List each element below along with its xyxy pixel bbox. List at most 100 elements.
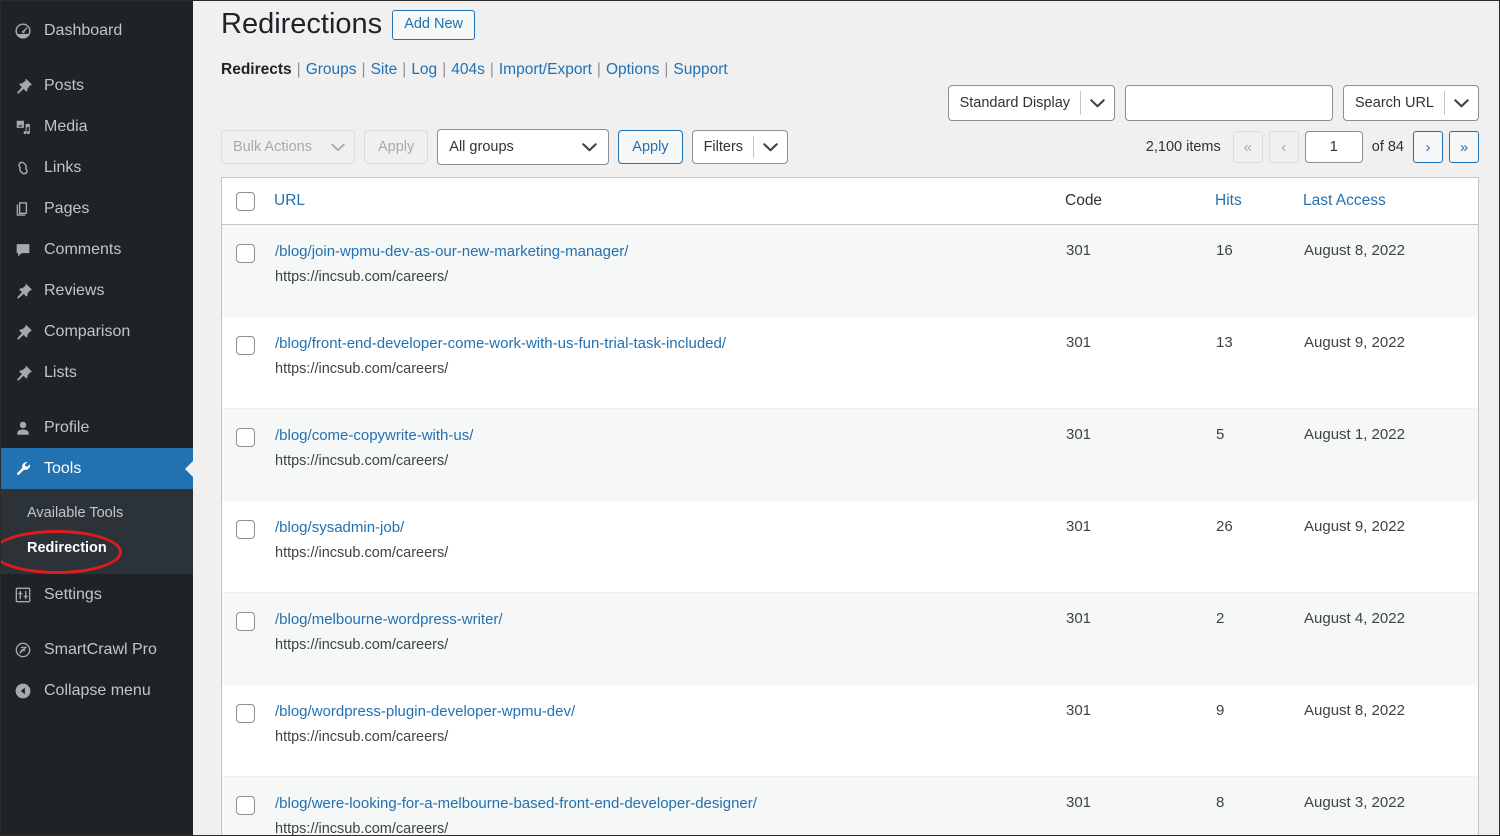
- link-icon: [14, 159, 41, 177]
- row-target-url: https://incsub.com/careers/: [275, 728, 449, 745]
- row-source-url-link[interactable]: /blog/come-copywrite-with-us/: [275, 426, 1064, 446]
- subnav-item-import-export[interactable]: Import/Export: [499, 61, 592, 78]
- row-target-url: https://incsub.com/careers/: [275, 544, 449, 561]
- subnav-item-groups[interactable]: Groups: [306, 61, 357, 78]
- pin-icon: [14, 323, 41, 341]
- row-source-url-link[interactable]: /blog/sysadmin-job/: [275, 518, 1064, 538]
- group-filter-select[interactable]: All groups: [437, 129, 610, 165]
- bulk-apply-button[interactable]: Apply: [364, 130, 429, 164]
- subnav-separator: |: [402, 61, 407, 78]
- subnav-item-404s[interactable]: 404s: [451, 61, 485, 78]
- subnav-item-redirects[interactable]: Redirects: [221, 61, 292, 78]
- sidebar-item-label: Pages: [44, 199, 90, 217]
- subnav-item-options[interactable]: Options: [606, 61, 659, 78]
- page-title: Redirections: [221, 8, 383, 41]
- row-last-access-cell: August 4, 2022: [1303, 592, 1478, 685]
- pagination-prev-button[interactable]: ‹: [1268, 131, 1299, 163]
- pagination-last-button[interactable]: »: [1449, 131, 1479, 163]
- sidebar-item-label: Comments: [44, 240, 122, 258]
- sidebar-item-settings[interactable]: Settings: [1, 574, 193, 615]
- subnav: Redirects | Groups | Site | Log | 404s | Import/Ex…: [221, 59, 1479, 81]
- sidebar-item-collapse-menu[interactable]: Collapse menu: [1, 670, 193, 711]
- row-checkbox[interactable]: [236, 244, 255, 263]
- row-checkbox[interactable]: [236, 796, 255, 815]
- smartcrawl-icon: [14, 641, 41, 659]
- table-header-row: URL Code Hits Last Access: [222, 178, 1478, 225]
- sidebar-item-comments[interactable]: Comments: [1, 229, 193, 270]
- table-row: /blog/join-wpmu-dev-as-our-new-marketing…: [222, 224, 1478, 317]
- sidebar-item-smartcrawl-pro[interactable]: SmartCrawl Pro: [1, 629, 193, 670]
- column-header-hits[interactable]: Hits: [1215, 178, 1303, 225]
- display-mode-select[interactable]: Standard Display: [947, 85, 1116, 121]
- sidebar-item-reviews[interactable]: Reviews: [1, 270, 193, 311]
- submenu-item-available-tools[interactable]: Available Tools: [1, 496, 193, 531]
- row-source-url-link[interactable]: /blog/join-wpmu-dev-as-our-new-marketing…: [275, 242, 1064, 262]
- sidebar-item-lists[interactable]: Lists: [1, 352, 193, 393]
- sidebar-item-label: Reviews: [44, 281, 105, 299]
- row-source-url-link[interactable]: /blog/were-looking-for-a-melbourne-based…: [275, 794, 1064, 814]
- row-hits-cell: 16: [1215, 224, 1303, 317]
- row-checkbox[interactable]: [236, 703, 255, 723]
- sidebar-item-tools[interactable]: Tools: [1, 448, 194, 489]
- sidebar-item-links[interactable]: Links: [1, 147, 193, 188]
- add-new-button[interactable]: Add New: [392, 9, 476, 41]
- column-header-url[interactable]: URL: [274, 178, 1065, 225]
- submenu-item-redirection[interactable]: Redirection: [1, 531, 193, 566]
- group-apply-button[interactable]: Apply: [618, 130, 683, 164]
- select-all-checkbox[interactable]: [236, 192, 255, 211]
- sidebar-item-media[interactable]: Media: [1, 106, 193, 147]
- pagination-first-button[interactable]: «: [1232, 131, 1263, 163]
- row-code-cell: 301: [1065, 500, 1215, 593]
- subnav-item-support[interactable]: Support: [673, 61, 727, 78]
- admin-sidebar: Dashboard Posts Media Links Pages Comments Rev…: [1, 1, 194, 835]
- row-select-cell: [222, 500, 274, 593]
- row-url-cell: /blog/melbourne-wordpress-writer/https:/…: [274, 592, 1065, 685]
- sidebar-item-label: Media: [44, 117, 88, 135]
- pin-icon: [14, 282, 41, 300]
- row-hits-cell: 13: [1215, 316, 1303, 409]
- display-mode-value: Standard Display: [959, 94, 1071, 111]
- filters-select[interactable]: Filters: [691, 130, 789, 164]
- row-source-url-link[interactable]: /blog/front-end-developer-come-work-with…: [275, 334, 1064, 354]
- subnav-item-log[interactable]: Log: [411, 61, 437, 78]
- pagination-next-button[interactable]: ›: [1413, 131, 1443, 163]
- row-checkbox[interactable]: [236, 428, 255, 447]
- main-content: Redirections Add New Redirects | Groups | Si…: [193, 1, 1499, 835]
- row-target-url: https://incsub.com/careers/: [275, 637, 449, 654]
- row-checkbox[interactable]: [236, 335, 255, 355]
- row-checkbox[interactable]: [236, 612, 255, 631]
- sidebar-item-comparison[interactable]: Comparison: [1, 311, 193, 352]
- browser-screenshot: Dashboard Posts Media Links Pages Comments Rev…: [0, 0, 1500, 836]
- pagination-total-pages: of 84: [1371, 139, 1404, 155]
- sidebar-item-label: Posts: [44, 76, 85, 94]
- sidebar-item-label: Links: [44, 158, 82, 176]
- column-header-last-access[interactable]: Last Access: [1303, 178, 1478, 225]
- row-code-cell: 301: [1065, 684, 1215, 777]
- sidebar-item-pages[interactable]: Pages: [1, 188, 193, 229]
- row-url-cell: /blog/come-copywrite-with-us/https://inc…: [274, 408, 1065, 501]
- row-last-access-cell: August 1, 2022: [1303, 408, 1478, 501]
- sidebar-item-profile[interactable]: Profile: [1, 407, 193, 448]
- sidebar-item-posts[interactable]: Posts: [1, 65, 193, 106]
- row-last-access-cell: August 8, 2022: [1303, 684, 1478, 777]
- row-target-url: https://incsub.com/careers/: [275, 821, 449, 835]
- sidebar-item-label: Tools: [44, 459, 82, 477]
- items-count: 2,100 items: [1145, 139, 1221, 155]
- redirects-table-container: URL Code Hits Last Access /blog/join-wpm…: [221, 177, 1479, 835]
- search-type-value: Search URL: [1355, 94, 1434, 111]
- row-last-access-cell: August 8, 2022: [1303, 224, 1478, 317]
- sidebar-menu-top: Dashboard Posts Media Links Pages Comments Rev…: [1, 10, 194, 489]
- row-last-access-cell: August 3, 2022: [1303, 776, 1478, 835]
- bulk-actions-select[interactable]: Bulk Actions: [221, 130, 355, 164]
- sidebar-item-dashboard[interactable]: Dashboard: [1, 10, 193, 51]
- collapse-icon: [14, 682, 41, 700]
- search-input[interactable]: [1125, 85, 1334, 121]
- row-source-url-link[interactable]: /blog/wordpress-plugin-developer-wpmu-de…: [275, 702, 1064, 722]
- row-checkbox[interactable]: [236, 519, 255, 539]
- table-toolbar: Bulk Actions Apply All groups Apply Filt…: [221, 129, 789, 165]
- search-type-select[interactable]: Search URL: [1343, 85, 1479, 121]
- row-source-url-link[interactable]: /blog/melbourne-wordpress-writer/: [275, 610, 1064, 630]
- row-url-cell: /blog/sysadmin-job/https://incsub.com/ca…: [274, 500, 1065, 593]
- pagination-current-page-input[interactable]: [1304, 131, 1363, 163]
- subnav-item-site[interactable]: Site: [371, 61, 398, 78]
